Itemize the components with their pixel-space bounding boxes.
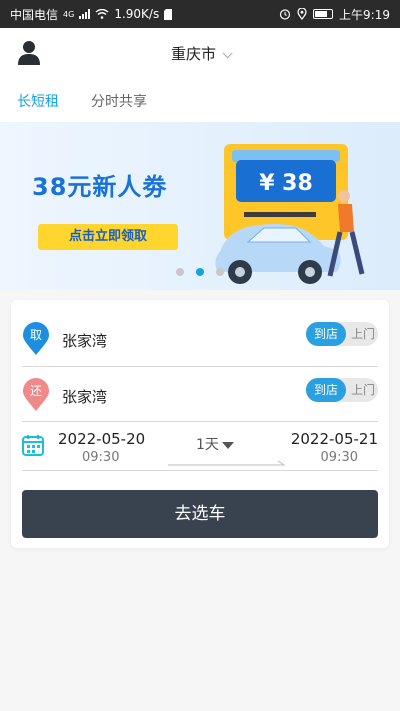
city-selector[interactable]: 重庆市 xyxy=(0,43,400,64)
alarm-icon xyxy=(279,9,291,20)
pickup-mode-door[interactable]: 上门 xyxy=(348,322,378,346)
coupon-amount: ¥ 38 xyxy=(259,171,313,196)
location-icon xyxy=(297,8,307,20)
duration-label: 1天 xyxy=(196,437,219,453)
triangle-down-icon xyxy=(221,441,234,449)
banner-title: 38元新人劵 xyxy=(32,173,168,201)
tab-time-share[interactable]: 分时共享 xyxy=(91,91,147,111)
battery-icon xyxy=(313,9,334,19)
pickup-mode-store[interactable]: 到店 xyxy=(306,322,346,346)
network-type: 4G xyxy=(63,9,75,19)
divider xyxy=(22,470,378,471)
city-label: 重庆市 xyxy=(170,45,216,63)
arrow-right-icon xyxy=(168,460,286,466)
pagination-dot[interactable] xyxy=(216,268,224,276)
promo-banner[interactable]: 38元新人劵 点击立即领取 ¥ 38 xyxy=(0,122,400,290)
top-header: 重庆市 xyxy=(0,28,400,78)
sim-icon xyxy=(164,8,173,20)
return-location[interactable]: 张家湾 xyxy=(62,386,107,407)
pagination-dot-active[interactable] xyxy=(196,268,204,276)
start-time[interactable]: 09:30 xyxy=(82,450,119,465)
chevron-down-icon xyxy=(222,48,233,59)
network-speed: 1.90K/s xyxy=(114,7,160,21)
divider xyxy=(22,421,378,422)
return-mode-door[interactable]: 上门 xyxy=(348,378,378,402)
select-car-button[interactable]: 去选车 xyxy=(22,490,378,538)
rental-form-card: 取 张家湾 到店 上门 还 张家湾 到店 上门 2022-05-20 09:30… xyxy=(11,300,389,548)
carrier-label: 中国电信 xyxy=(10,7,59,22)
calendar-icon xyxy=(22,435,44,456)
return-mode-toggle[interactable]: 到店 上门 xyxy=(306,378,378,402)
return-badge: 还 xyxy=(29,384,42,398)
banner-pagination xyxy=(0,268,400,278)
pickup-badge: 取 xyxy=(29,328,42,342)
return-mode-store[interactable]: 到店 xyxy=(306,378,346,402)
signal-icon xyxy=(79,9,91,19)
tab-long-short-rent[interactable]: 长短租 xyxy=(17,91,59,111)
status-bar: 中国电信 4G 1.90K/s 上午9:19 xyxy=(0,0,400,28)
pagination-dot[interactable] xyxy=(176,268,184,276)
end-date[interactable]: 2022-05-21 xyxy=(291,430,378,448)
wifi-icon xyxy=(95,9,109,19)
date-range-row[interactable]: 2022-05-20 09:30 1天 2022-05-21 09:30 xyxy=(22,430,378,470)
pickup-location[interactable]: 张家湾 xyxy=(62,330,107,351)
claim-coupon-button[interactable]: 点击立即领取 xyxy=(38,224,178,250)
rental-tabs: 长短租 分时共享 xyxy=(0,78,400,122)
divider xyxy=(22,366,378,367)
end-time[interactable]: 09:30 xyxy=(321,450,358,465)
start-date[interactable]: 2022-05-20 xyxy=(58,430,145,448)
status-time: 上午9:19 xyxy=(339,7,390,22)
pickup-mode-toggle[interactable]: 到店 上门 xyxy=(306,322,378,346)
duration-selector[interactable]: 1天 xyxy=(196,434,234,454)
